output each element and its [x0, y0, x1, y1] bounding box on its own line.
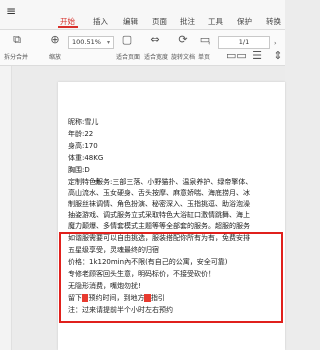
chevron-down-icon: ▾: [106, 39, 110, 46]
doc-line-services-1: 定制特色服务:三部三落、小野猫扑、温泉养护、绿帝擎体、: [68, 178, 253, 186]
zoom-value: 100.51%: [72, 38, 101, 46]
doc-line-regulars: 专修老顾客回头生意，明码标价，不接受砍价！: [68, 270, 215, 278]
doc-line-services-6: 如谐服需要可以自由挑选，服装搭配你所有为有，免费安排: [68, 234, 250, 242]
doc-line-weight: 体重:48KG: [68, 154, 104, 162]
page-number-input[interactable]: 1/1: [218, 36, 270, 49]
doc-line-five-star: 五星级享受，灵魂最终的归宿: [68, 246, 159, 254]
doc-line-note: 注：过来请提前半个小时左右预约: [68, 306, 173, 314]
side-panel-strip[interactable]: [0, 66, 12, 350]
doc-line-services-2: 高山流水、玉女硬身、舌头按摩、麻意娇喘、海底捞月、冰: [68, 189, 250, 197]
tab-protect[interactable]: 保护: [237, 16, 252, 27]
active-tab-indicator: [58, 26, 78, 28]
fit-width-icon[interactable]: ⇔: [148, 34, 162, 46]
zoom-icon[interactable]: ⊕: [48, 34, 62, 46]
fit-page-label: 适合页面: [116, 54, 141, 61]
doc-line-services-5: 魔力颠爆、多情套模式主题等等全部套的服务。超服的服务: [68, 222, 250, 230]
tab-insert[interactable]: 插入: [93, 16, 108, 27]
tab-tools[interactable]: 工具: [208, 16, 223, 27]
menu-icon[interactable]: ≡: [6, 4, 16, 18]
tab-comment[interactable]: 批注: [180, 16, 195, 27]
doc-line-age: 年龄:22: [68, 130, 94, 138]
single-page-label: 单页: [198, 54, 211, 61]
zoom-select[interactable]: 100.51% ▾: [68, 36, 114, 49]
prev-page-icon[interactable]: ‹: [208, 39, 211, 47]
doc-line-bust: 胸围:D: [68, 166, 90, 174]
doc-line-booking: 留下 预约时间，到地方 指引: [68, 294, 165, 302]
fit-width-label: 适合宽度: [144, 54, 169, 61]
tab-convert[interactable]: 转换: [266, 16, 281, 27]
rotate-icon[interactable]: ⟳: [176, 34, 190, 46]
doc-line-no-hidden-fee: 无隐形消费，嘴炮勿扰!: [68, 282, 141, 290]
auto-scroll-icon[interactable]: ⇕: [271, 50, 285, 62]
doc-line-services-4: 抽姿游戏、调式服务立式采取特色大浴缸口激情跳舞、海上: [68, 211, 250, 219]
fit-page-icon[interactable]: ▢: [120, 34, 134, 46]
continuous-icon[interactable]: ☰: [250, 50, 264, 62]
doc-line-nickname: 昵称:雪儿: [68, 118, 99, 126]
tab-page[interactable]: 页面: [152, 16, 167, 27]
double-page-icon[interactable]: ▭▭: [226, 50, 247, 62]
menu-bar: ≡ 开始 插入 编辑 页面 批注 工具 保护 转换: [0, 0, 285, 30]
doc-line-height: 身高:170: [68, 142, 98, 150]
rotate-label: 旋转文档: [171, 54, 196, 61]
zoom-label: 缩放: [49, 54, 62, 61]
page-number-value: 1/1: [238, 38, 250, 46]
split-merge-label: 拆分合并: [4, 54, 29, 61]
toolbar: ⧉ 拆分合并 ⊕ 缩放 100.51% ▾ ▢ 适合页面 ⇔ 适合宽度 ⟳ 旋转…: [0, 30, 285, 66]
doc-line-price: 价格：1k120min內不限(有自己的公寓，安全可靠): [68, 258, 228, 266]
split-merge-icon[interactable]: ⧉: [10, 34, 24, 46]
tab-edit[interactable]: 编辑: [123, 16, 138, 27]
next-page-icon[interactable]: ›: [274, 39, 277, 47]
doc-line-services-3: 制服丝袜调情、角色扮演、秘密深入、玉指挑逗、助浴泡澡: [68, 200, 250, 208]
